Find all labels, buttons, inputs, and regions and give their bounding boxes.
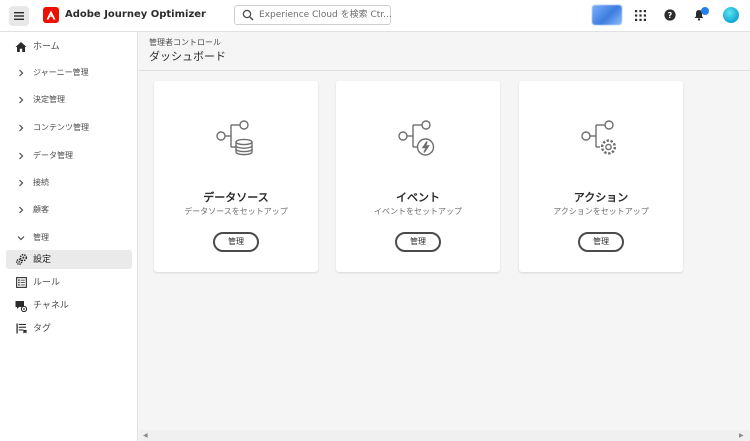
- sidebar-item-administration[interactable]: 管理: [6, 228, 132, 247]
- adobe-logo[interactable]: [43, 7, 59, 23]
- gears-icon: [14, 253, 28, 267]
- search-icon: [242, 9, 254, 21]
- sidebar: ホーム ジャーニー管理 決定管理 コンテンツ管理 データ管理 接続 顧客 管理: [0, 32, 138, 441]
- card-actions: アクション アクションをセットアップ 管理: [519, 81, 683, 272]
- chevron-down-icon: [14, 231, 28, 245]
- chevron-right-icon: [14, 149, 28, 163]
- card-description: アクションをセットアップ: [553, 207, 649, 216]
- sidebar-item-label: データ管理: [33, 150, 73, 160]
- sidebar-item-decision-management[interactable]: 決定管理: [6, 90, 132, 109]
- sidebar-item-settings[interactable]: 設定: [6, 250, 132, 269]
- home-icon: [14, 40, 28, 54]
- sidebar-item-journey-management[interactable]: ジャーニー管理: [6, 63, 132, 82]
- action-icon: [581, 120, 617, 155]
- card-description: データソースをセットアップ: [184, 207, 288, 216]
- datasource-icon: [216, 120, 253, 156]
- chevron-right-icon: [14, 121, 28, 135]
- rules-icon: [14, 276, 28, 290]
- scroll-left-icon[interactable]: ◀: [143, 432, 148, 439]
- help-button[interactable]: ?: [663, 8, 677, 22]
- sidebar-item-tags[interactable]: タグ: [6, 319, 132, 338]
- card-events: イベント イベントをセットアップ 管理: [336, 81, 500, 272]
- manage-data-sources-button[interactable]: 管理: [213, 232, 259, 252]
- apps-button[interactable]: [633, 8, 647, 22]
- sidebar-item-label: ジャーニー管理: [33, 67, 89, 77]
- hamburger-menu-button[interactable]: [9, 6, 29, 26]
- sidebar-item-label: ルール: [33, 277, 61, 288]
- horizontal-scrollbar[interactable]: ◀ ▶: [139, 430, 750, 441]
- search-field[interactable]: Experience Cloud を検索 Ctr...: [234, 5, 392, 25]
- hamburger-icon: [14, 12, 24, 20]
- card-title: データソース: [203, 191, 269, 204]
- card-title: アクション: [573, 191, 629, 204]
- manage-events-button[interactable]: 管理: [395, 232, 441, 252]
- sidebar-item-content-management[interactable]: コンテンツ管理: [6, 118, 132, 137]
- card-description: イベントをセットアップ: [374, 207, 462, 216]
- app-title[interactable]: Adobe Journey Optimizer: [65, 8, 206, 22]
- org-switcher[interactable]: [592, 5, 622, 25]
- chevron-right-icon: [14, 93, 28, 107]
- sidebar-item-customers[interactable]: 顧客: [6, 200, 132, 219]
- user-avatar[interactable]: [723, 7, 739, 23]
- chevron-right-icon: [14, 176, 28, 190]
- sidebar-item-label: ホーム: [33, 41, 60, 52]
- search-placeholder: Experience Cloud を検索 Ctr...: [259, 10, 392, 20]
- chevron-right-icon: [14, 66, 28, 80]
- event-icon: [398, 120, 435, 156]
- sidebar-item-label: チャネル: [33, 300, 69, 311]
- help-icon: ?: [664, 9, 676, 21]
- sidebar-item-label: 管理: [33, 232, 49, 242]
- apps-grid-icon: [634, 9, 646, 21]
- channel-icon: [14, 299, 28, 313]
- sidebar-item-label: 接続: [33, 177, 49, 187]
- notification-badge: [701, 7, 709, 15]
- sidebar-item-label: 決定管理: [33, 94, 65, 104]
- breadcrumb[interactable]: 管理者コントロール: [149, 38, 221, 48]
- sidebar-item-label: タグ: [33, 323, 52, 334]
- sidebar-item-connections[interactable]: 接続: [6, 173, 132, 192]
- sidebar-item-label: コンテンツ管理: [33, 122, 89, 132]
- tags-icon: [14, 322, 28, 336]
- svg-text:?: ?: [668, 11, 673, 20]
- top-bar: Adobe Journey Optimizer Experience Cloud…: [0, 0, 750, 32]
- sidebar-item-rules[interactable]: ルール: [6, 273, 132, 292]
- sidebar-item-data-management[interactable]: データ管理: [6, 146, 132, 165]
- sidebar-item-label: 顧客: [33, 204, 49, 214]
- sidebar-item-label: 設定: [33, 254, 52, 265]
- manage-actions-button[interactable]: 管理: [578, 232, 624, 252]
- chevron-right-icon: [14, 203, 28, 217]
- sidebar-item-home[interactable]: ホーム: [6, 37, 132, 56]
- page-title: ダッシュボード: [149, 50, 226, 63]
- sidebar-item-channels[interactable]: チャネル: [6, 296, 132, 315]
- card-data-sources: データソース データソースをセットアップ 管理: [154, 81, 318, 272]
- scroll-right-icon[interactable]: ▶: [739, 432, 744, 439]
- header-divider: [139, 70, 750, 71]
- card-title: イベント: [396, 191, 440, 204]
- adobe-logo-icon: [46, 10, 56, 20]
